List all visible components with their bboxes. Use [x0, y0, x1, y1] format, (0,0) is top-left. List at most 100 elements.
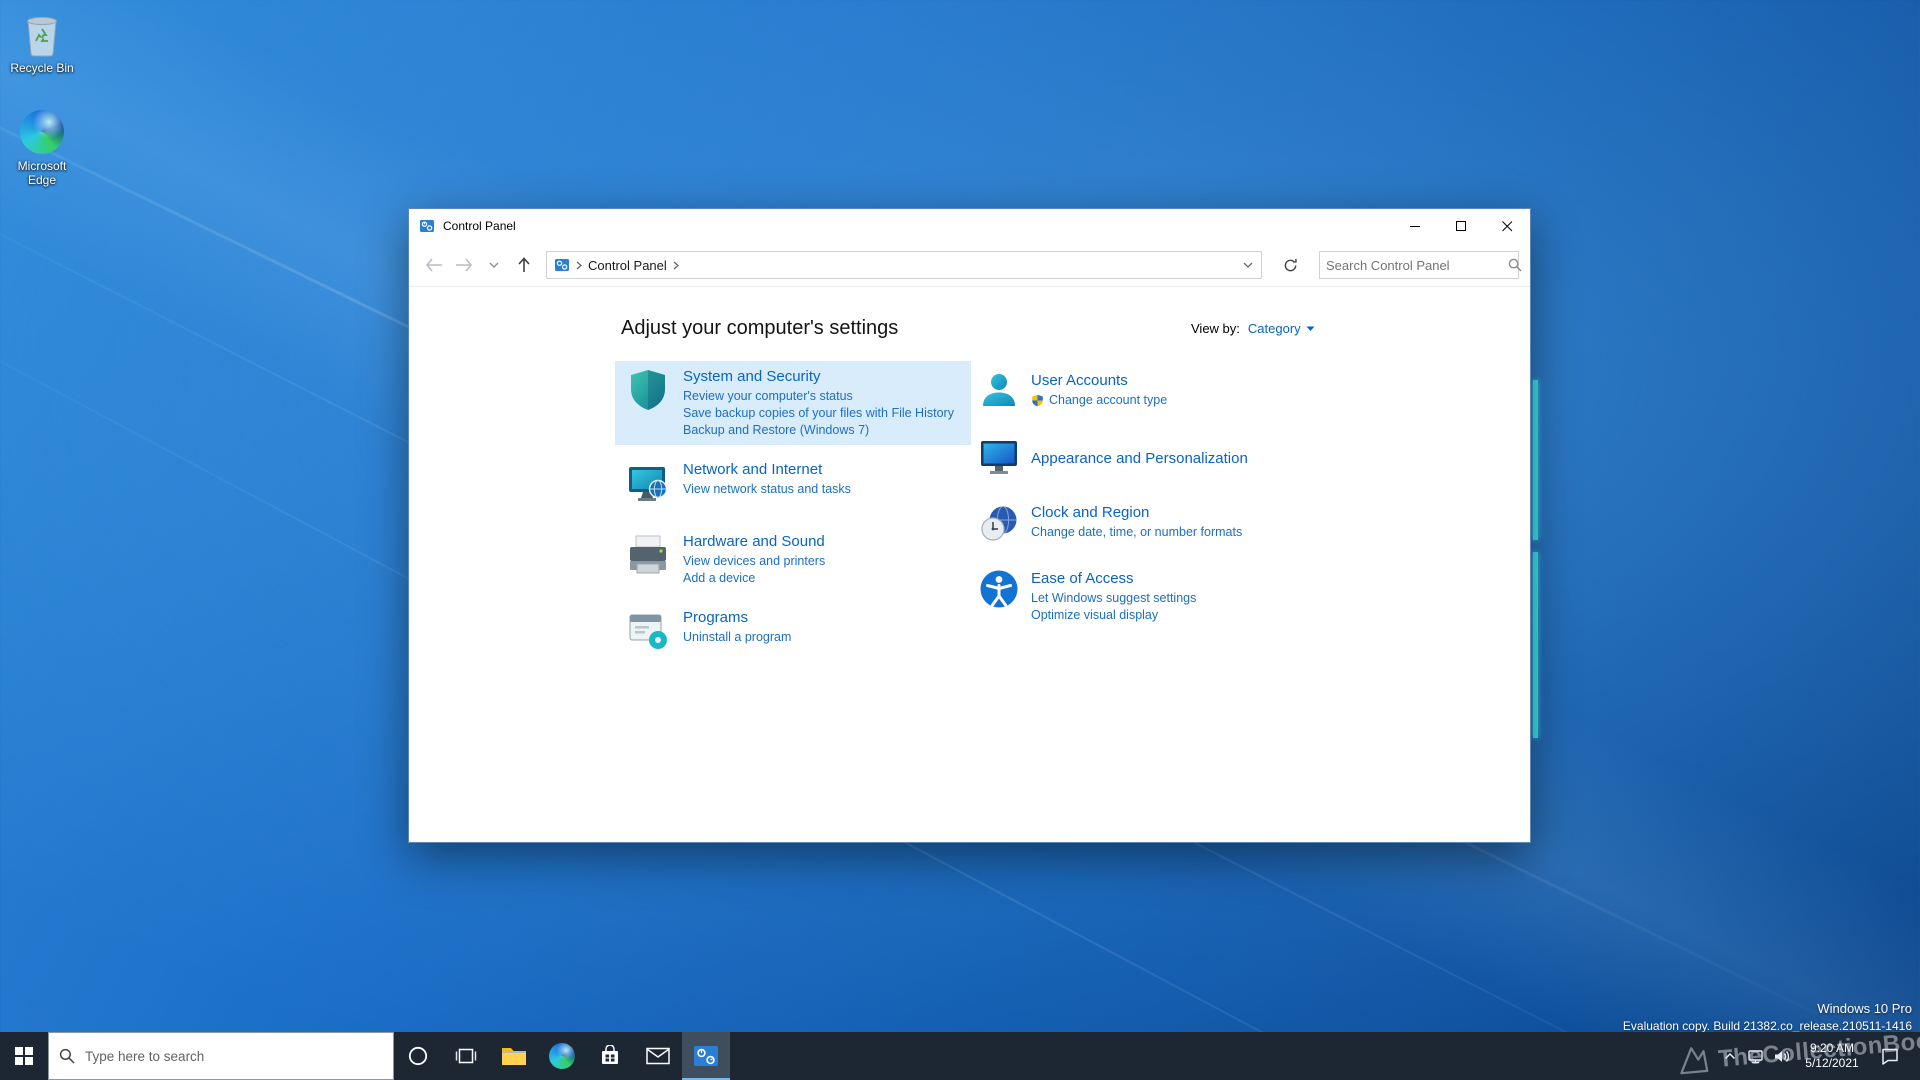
category-link-with-shield[interactable]: Change account type: [1031, 392, 1167, 409]
navigation-bar: Control Panel: [409, 243, 1530, 287]
category-network-and-internet[interactable]: Network and Internet View network status…: [615, 454, 971, 517]
category-link[interactable]: Let Windows suggest settings: [1031, 590, 1196, 607]
recent-pages-dropdown[interactable]: [479, 250, 509, 280]
microsoft-store-icon: [602, 1045, 618, 1064]
chevron-down-icon: [489, 262, 499, 268]
recycle-bin-icon: [18, 10, 66, 58]
control-panel-search[interactable]: [1319, 251, 1522, 279]
category-link[interactable]: View devices and printers: [683, 553, 825, 570]
clock-region-icon[interactable]: [979, 503, 1019, 548]
programs-icon[interactable]: [625, 608, 671, 659]
edge-button[interactable]: [538, 1032, 586, 1080]
control-panel-taskbar-button[interactable]: [682, 1032, 730, 1080]
task-view-button[interactable]: [442, 1032, 490, 1080]
appearance-monitor-icon[interactable]: [979, 437, 1019, 482]
action-center-icon: [1882, 1048, 1898, 1065]
category-link[interactable]: Optimize visual display: [1031, 607, 1196, 624]
category-link[interactable]: Add a device: [683, 570, 825, 587]
category-system-and-security[interactable]: System and Security Review your computer…: [615, 361, 971, 445]
view-by-dropdown[interactable]: Category: [1248, 321, 1315, 336]
category-link[interactable]: View network status and tasks: [683, 481, 851, 498]
edge-icon: [549, 1043, 575, 1069]
system-security-shield-icon[interactable]: [625, 367, 671, 439]
view-by-value: Category: [1247, 321, 1301, 336]
background-window-edge: [1533, 380, 1538, 540]
network-tray-button[interactable]: [1742, 1032, 1768, 1080]
back-arrow-icon: [425, 257, 442, 272]
category-title[interactable]: Appearance and Personalization: [1031, 449, 1248, 468]
close-button[interactable]: [1484, 209, 1530, 243]
window-content: Adjust your computer's settings View by:…: [409, 287, 1530, 842]
tray-overflow-button[interactable]: [1718, 1032, 1742, 1080]
desktop-icon-microsoft-edge[interactable]: Microsoft Edge: [0, 108, 84, 187]
control-panel-icon: [694, 1046, 718, 1066]
category-link[interactable]: Backup and Restore (Windows 7): [683, 422, 954, 439]
taskbar-clock[interactable]: 9:20 AM 5/12/2021: [1794, 1032, 1870, 1080]
microsoft-store-button[interactable]: [586, 1032, 634, 1080]
category-title[interactable]: Hardware and Sound: [683, 532, 825, 551]
category-title[interactable]: Ease of Access: [1031, 569, 1196, 588]
breadcrumb-chevron-icon[interactable]: [576, 261, 582, 270]
breadcrumb-control-panel-icon: [555, 259, 569, 271]
watermark-edition: Windows 10 Pro: [1817, 1001, 1912, 1016]
category-link[interactable]: Uninstall a program: [683, 629, 791, 646]
category-hardware-and-sound[interactable]: Hardware and Sound View devices and prin…: [615, 526, 971, 593]
user-accounts-icon[interactable]: [979, 371, 1019, 416]
category-link[interactable]: Save backup copies of your files with Fi…: [683, 405, 954, 422]
uac-shield-icon: [1031, 394, 1044, 407]
address-dropdown-button[interactable]: [1235, 252, 1261, 278]
refresh-button[interactable]: [1275, 251, 1305, 279]
printer-icon[interactable]: [625, 532, 671, 587]
up-button[interactable]: [509, 250, 539, 280]
page-title: Adjust your computer's settings: [621, 317, 899, 339]
system-tray: 9:20 AM 5/12/2021: [1718, 1032, 1920, 1080]
start-button[interactable]: [0, 1032, 48, 1080]
task-view-icon: [455, 1048, 477, 1064]
search-input[interactable]: [1320, 257, 1508, 273]
category-title[interactable]: System and Security: [683, 367, 954, 386]
clock-time: 9:20 AM: [1809, 1041, 1855, 1055]
category-link[interactable]: Change date, time, or number formats: [1031, 524, 1242, 541]
minimize-icon: [1409, 225, 1420, 227]
file-explorer-icon: [502, 1048, 526, 1065]
chevron-down-icon: [1306, 326, 1315, 331]
category-link-label: Change account type: [1049, 393, 1168, 407]
action-center-button[interactable]: [1870, 1032, 1910, 1080]
control-panel-window: Control Panel Control Panel Search Contr…: [408, 208, 1531, 843]
category-title[interactable]: Programs: [683, 608, 791, 627]
network-icon: [1747, 1049, 1763, 1063]
category-title[interactable]: User Accounts: [1031, 371, 1167, 390]
category-title[interactable]: Clock and Region: [1031, 503, 1242, 522]
ease-of-access-icon[interactable]: [979, 569, 1019, 624]
volume-tray-button[interactable]: [1768, 1032, 1794, 1080]
cortana-button[interactable]: [394, 1032, 442, 1080]
network-monitor-icon[interactable]: [625, 460, 671, 511]
back-button[interactable]: [419, 250, 449, 280]
address-bar[interactable]: Control Panel: [546, 251, 1262, 279]
edge-label: Microsoft Edge: [17, 159, 67, 187]
category-title[interactable]: Network and Internet: [683, 460, 851, 479]
taskbar-search[interactable]: [48, 1032, 394, 1080]
taskbar-search-input[interactable]: [85, 1048, 393, 1064]
breadcrumb-chevron-icon[interactable]: [673, 261, 679, 270]
mail-button[interactable]: [634, 1032, 682, 1080]
minimize-button[interactable]: [1392, 209, 1438, 243]
windows-logo-icon: [15, 1047, 33, 1065]
category-link[interactable]: Review your computer's status: [683, 388, 954, 405]
desktop-icon-recycle-bin[interactable]: Recycle Bin: [0, 10, 84, 75]
category-appearance-and-personalization[interactable]: Appearance and Personalization: [969, 431, 1409, 488]
category-programs[interactable]: Programs Uninstall a program: [615, 602, 971, 665]
search-icon[interactable]: [1508, 258, 1522, 272]
file-explorer-button[interactable]: [490, 1032, 538, 1080]
window-title: Control Panel: [443, 219, 516, 233]
maximize-button[interactable]: [1438, 209, 1484, 243]
category-ease-of-access[interactable]: Ease of Access Let Windows suggest setti…: [969, 563, 1409, 630]
control-panel-app-icon: [420, 220, 434, 232]
category-user-accounts[interactable]: User Accounts Change account type: [969, 365, 1409, 422]
breadcrumb-root[interactable]: Control Panel: [588, 258, 667, 273]
cortana-icon: [408, 1046, 428, 1066]
title-bar[interactable]: Control Panel: [409, 209, 1530, 243]
taskbar: 9:20 AM 5/12/2021: [0, 1032, 1920, 1080]
forward-button[interactable]: [449, 250, 479, 280]
category-clock-and-region[interactable]: Clock and Region Change date, time, or n…: [969, 497, 1409, 554]
